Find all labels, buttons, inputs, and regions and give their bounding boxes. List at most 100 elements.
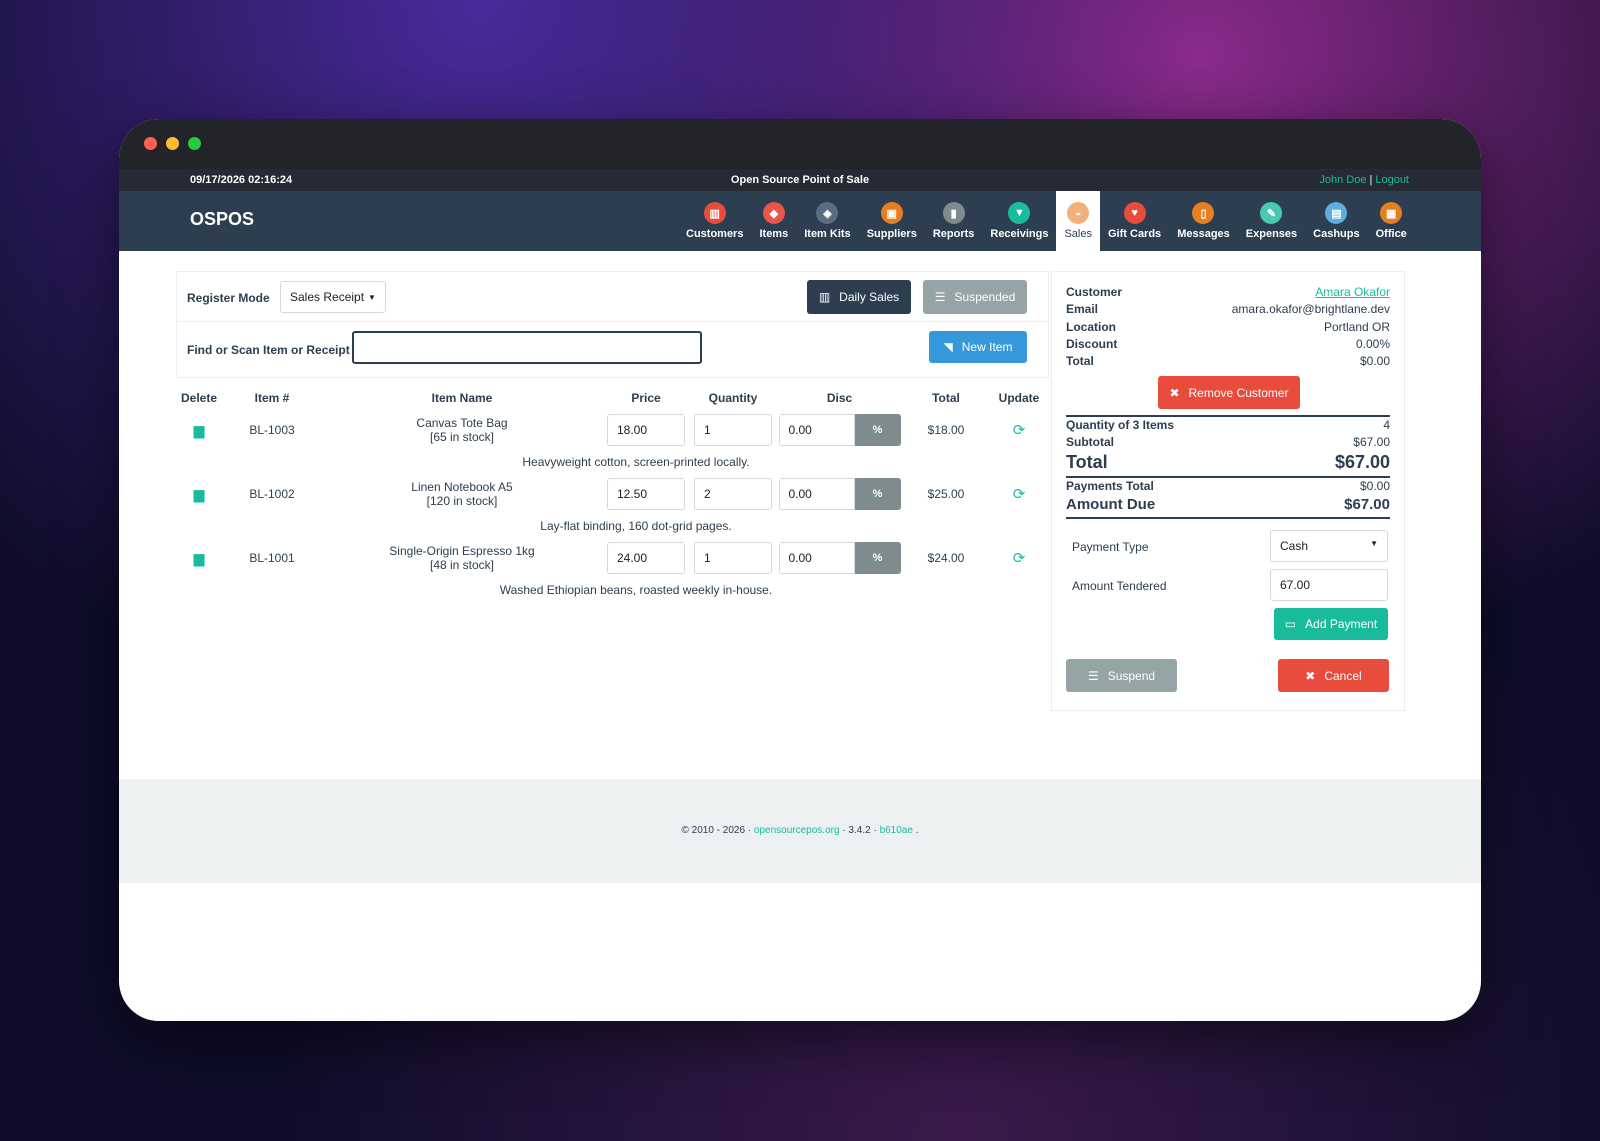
remove-customer-button[interactable]: ✖ Remove Customer — [1158, 376, 1300, 409]
close-icon: ✖ — [1305, 668, 1316, 683]
trash-icon[interactable]: ▆ — [194, 422, 205, 438]
suspend-sale-button[interactable]: ☰ Suspend — [1066, 659, 1177, 692]
cart-header-row: Delete Item # Item Name Price Quantity D… — [176, 386, 1049, 410]
item-description: Lay-flat binding, 160 dot-grid pages. — [540, 519, 732, 533]
add-payment-button[interactable]: ▭ Add Payment — [1274, 608, 1388, 640]
discount-input[interactable]: 0.00 — [778, 542, 855, 574]
window-titlebar — [119, 119, 1481, 169]
footer: © 2010 - 2026 · opensourcepos.org · 3.4.… — [119, 779, 1481, 883]
item-stock: [120 in stock] — [426, 494, 498, 508]
nav-label: Sales — [1064, 228, 1092, 240]
maximize-window-button[interactable] — [188, 137, 201, 150]
gift-cards-icon: ♥ — [1123, 202, 1146, 224]
discount-input[interactable]: 0.00 — [778, 478, 855, 510]
cancel-label: Cancel — [1324, 668, 1362, 683]
grand-total-value: $67.00 — [1334, 452, 1390, 472]
daily-sales-label: Daily Sales — [839, 290, 900, 304]
quantity-input[interactable]: 1 — [694, 414, 772, 446]
nav-items[interactable]: ◆ Items — [751, 191, 796, 251]
discount-value: 0.00% — [1355, 337, 1390, 351]
footer-copyright: © 2010 - 2026 · — [681, 825, 754, 836]
find-item-input[interactable] — [352, 331, 702, 364]
office-icon: ▦ — [1380, 202, 1403, 224]
suspended-label: Suspended — [954, 290, 1016, 304]
amount-tendered-input[interactable]: 67.00 — [1270, 569, 1388, 601]
footer-site-link[interactable]: opensourcepos.org — [754, 825, 840, 836]
minimize-window-button[interactable] — [166, 137, 179, 150]
new-item-button[interactable]: ◥ New Item — [929, 331, 1027, 363]
daily-sales-button[interactable]: ▥ Daily Sales — [807, 280, 911, 314]
col-price: Price — [631, 391, 661, 405]
nav-label: Items — [759, 228, 789, 240]
discount-type-toggle[interactable]: % — [854, 478, 901, 510]
nav-suppliers[interactable]: ▣ Suppliers — [859, 191, 925, 251]
refresh-icon[interactable]: ⟳ — [1013, 550, 1026, 567]
col-item-name: Item Name — [431, 391, 493, 405]
discount-input[interactable]: 0.00 — [778, 414, 855, 446]
email-label: Email — [1066, 302, 1099, 316]
register-mode-select[interactable]: Sales Receipt ▼ — [280, 281, 386, 313]
email-row: Email amara.okafor@brightlane.dev — [1066, 302, 1390, 316]
table-row-description: Washed Ethiopian beans, roasted weekly i… — [176, 578, 1049, 602]
footer-commit-link[interactable]: b610ae — [880, 825, 913, 836]
col-update: Update — [998, 391, 1040, 405]
col-item-number: Item # — [254, 391, 290, 405]
brand-logo[interactable]: OSPOS — [190, 209, 254, 230]
refresh-icon[interactable]: ⟳ — [1013, 422, 1026, 439]
price-input[interactable]: 12.50 — [607, 478, 685, 510]
discount-group: 0.00% — [778, 542, 901, 574]
user-link[interactable]: John Doe — [1319, 174, 1366, 186]
discount-type-toggle[interactable]: % — [854, 542, 901, 574]
item-number: BL-1001 — [249, 551, 295, 565]
item-name-cell: Single-Origin Espresso 1kg [48 in stock] — [322, 538, 602, 578]
module-nav: ▥ Customers ◆ Items ◈ Item Kits ▣ Suppliers … — [678, 191, 1415, 251]
location-row: Location Portland OR — [1066, 320, 1390, 334]
line-total: $25.00 — [927, 487, 965, 501]
nav-cashups[interactable]: ▤ Cashups — [1305, 191, 1367, 251]
close-window-button[interactable] — [144, 137, 157, 150]
nav-reports[interactable]: ▮ Reports — [925, 191, 983, 251]
item-description: Washed Ethiopian beans, roasted weekly i… — [499, 583, 773, 597]
grand-total-row: Total $67.00 — [1066, 452, 1390, 473]
nav-office[interactable]: ▦ Office — [1368, 191, 1415, 251]
app-title: Open Source Point of Sale — [730, 174, 870, 186]
nav-label: Reports — [932, 228, 975, 240]
item-stock: [65 in stock] — [429, 430, 495, 444]
discount-row: Discount 0.00% — [1066, 337, 1390, 351]
customer-total-label: Total — [1066, 354, 1094, 368]
nav-item-kits[interactable]: ◈ Item Kits — [796, 191, 858, 251]
payment-type-value: Cash — [1280, 539, 1309, 553]
nav-messages[interactable]: ▯ Messages — [1169, 191, 1238, 251]
nav-label: Customers — [686, 228, 744, 240]
cancel-sale-button[interactable]: ✖ Cancel — [1278, 659, 1389, 692]
suspended-button[interactable]: ☰ Suspended — [923, 280, 1027, 314]
list-icon: ☰ — [934, 290, 946, 304]
item-name: Linen Notebook A5 — [411, 480, 513, 494]
subtotal-value: $67.00 — [1353, 435, 1390, 449]
nav-label: Item Kits — [804, 228, 851, 240]
price-input[interactable]: 18.00 — [607, 414, 685, 446]
refresh-icon[interactable]: ⟳ — [1013, 486, 1026, 503]
amount-tendered-label: Amount Tendered — [1072, 579, 1167, 593]
close-icon: ✖ — [1169, 385, 1180, 400]
nav-receivings[interactable]: ▼ Receivings — [982, 191, 1056, 251]
trash-icon[interactable]: ▆ — [194, 550, 205, 566]
nav-expenses[interactable]: ✎ Expenses — [1238, 191, 1305, 251]
customer-link[interactable]: Amara Okafor — [1315, 285, 1390, 299]
trash-icon[interactable]: ▆ — [194, 486, 205, 502]
payments-total-row: Payments Total $0.00 — [1066, 479, 1390, 493]
price-input[interactable]: 24.00 — [607, 542, 685, 574]
item-description: Heavyweight cotton, screen-printed local… — [522, 455, 750, 469]
nav-customers[interactable]: ▥ Customers — [678, 191, 751, 251]
quantity-input[interactable]: 1 — [694, 542, 772, 574]
discount-label: Discount — [1066, 337, 1118, 351]
nav-gift-cards[interactable]: ♥ Gift Cards — [1100, 191, 1169, 251]
nav-sales[interactable]: ◒ Sales — [1056, 191, 1100, 251]
logout-link[interactable]: Logout — [1375, 174, 1409, 186]
location-label: Location — [1066, 320, 1116, 334]
register-panel: Register Mode Sales Receipt ▼ ▥ Daily Sa… — [176, 271, 1049, 602]
discount-type-toggle[interactable]: % — [854, 414, 901, 446]
quantity-input[interactable]: 2 — [694, 478, 772, 510]
payment-type-select[interactable]: Cash ▼ — [1270, 530, 1388, 562]
item-number: BL-1003 — [249, 423, 295, 437]
